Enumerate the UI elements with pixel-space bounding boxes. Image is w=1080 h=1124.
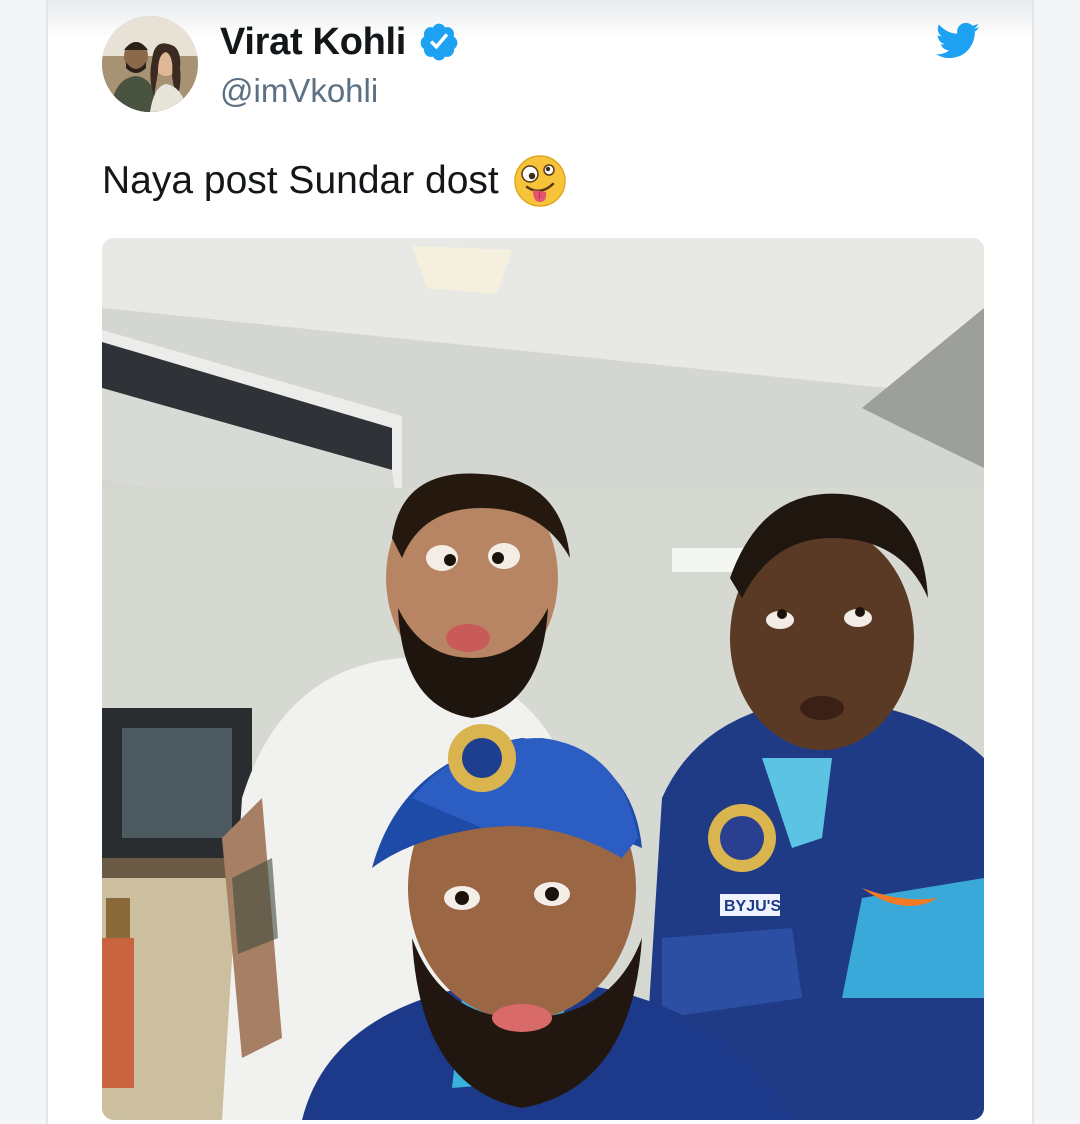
- author-avatar[interactable]: [102, 16, 198, 112]
- screen: Virat Kohli @imVkohli Naya post Sundar d…: [0, 0, 1080, 1124]
- top-divider-shadow: [48, 0, 1032, 40]
- tweet-text-row: Naya post Sundar dost: [102, 154, 567, 208]
- twitter-bird-icon[interactable]: [936, 22, 980, 60]
- author-name-row: Virat Kohli: [220, 18, 460, 66]
- tweet-photo[interactable]: BYJU'S: [102, 238, 984, 1120]
- tweet-card: Virat Kohli @imVkohli Naya post Sundar d…: [46, 0, 1034, 1124]
- zany-face-emoji-icon: [514, 155, 566, 207]
- jersey-sponsor-text: BYJU'S: [724, 898, 781, 915]
- ceiling-light: [412, 246, 512, 294]
- tweet-text: Naya post Sundar dost: [102, 159, 499, 202]
- verified-badge-icon: [420, 23, 458, 61]
- author-handle[interactable]: @imVkohli: [220, 72, 378, 110]
- author-name[interactable]: Virat Kohli: [220, 21, 406, 64]
